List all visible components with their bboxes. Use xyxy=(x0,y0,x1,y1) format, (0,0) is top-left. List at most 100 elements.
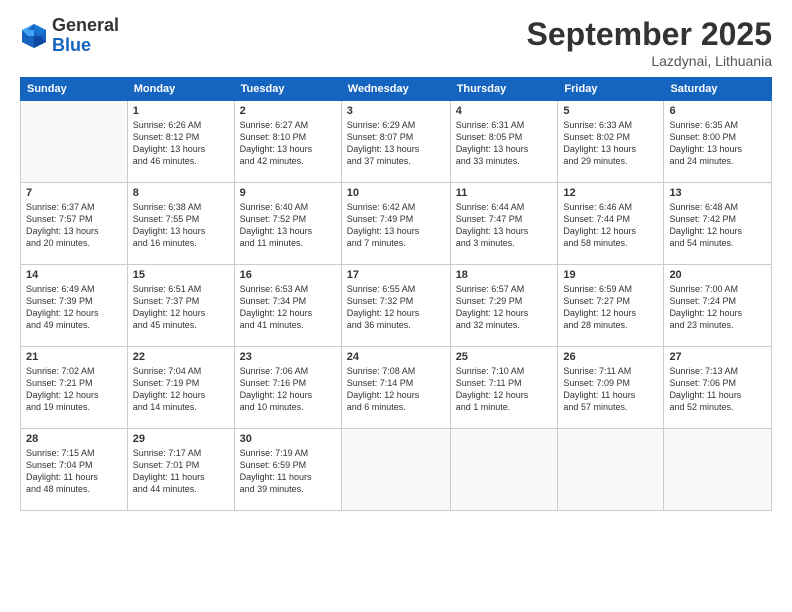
weekday-header: Monday xyxy=(127,78,234,101)
calendar-cell: 18 Sunrise: 6:57 AM Sunset: 7:29 PM Dayli… xyxy=(450,265,558,347)
weekday-header: Sunday xyxy=(21,78,128,101)
day-number: 22 xyxy=(133,351,229,363)
day-info: Sunrise: 6:46 AM Sunset: 7:44 PM Dayligh… xyxy=(563,201,658,250)
day-number: 2 xyxy=(240,105,336,117)
calendar-cell: 5 Sunrise: 6:33 AM Sunset: 8:02 PM Daylig… xyxy=(558,101,664,183)
calendar-week-row: 21Sunrise: 7:02 AM Sunset: 7:21 PM Dayli… xyxy=(21,347,772,429)
calendar-cell: 11Sunrise: 6:44 AM Sunset: 7:47 PM Dayli… xyxy=(450,183,558,265)
day-info: Sunrise: 6:35 AM Sunset: 8:00 PM Dayligh… xyxy=(669,119,766,168)
day-number: 27 xyxy=(669,351,766,363)
day-number: 28 xyxy=(26,433,122,445)
logo-icon xyxy=(20,22,48,50)
calendar-cell: 3 Sunrise: 6:29 AM Sunset: 8:07 PM Daylig… xyxy=(341,101,450,183)
day-info: Sunrise: 6:37 AM Sunset: 7:57 PM Dayligh… xyxy=(26,201,122,250)
logo: General Blue xyxy=(20,16,119,56)
calendar-table: SundayMondayTuesdayWednesdayThursdayFrid… xyxy=(20,77,772,511)
day-info: Sunrise: 6:40 AM Sunset: 7:52 PM Dayligh… xyxy=(240,201,336,250)
calendar-cell: 24 Sunrise: 7:08 AM Sunset: 7:14 PM Dayli… xyxy=(341,347,450,429)
calendar-cell: 10Sunrise: 6:42 AM Sunset: 7:49 PM Dayli… xyxy=(341,183,450,265)
calendar-week-row: 7Sunrise: 6:37 AM Sunset: 7:57 PM Daylig… xyxy=(21,183,772,265)
day-info: Sunrise: 7:17 AM Sunset: 7:01 PM Dayligh… xyxy=(133,447,229,496)
day-info: Sunrise: 6:31 AM Sunset: 8:05 PM Dayligh… xyxy=(456,119,553,168)
calendar-cell: 1 Sunrise: 6:26 AM Sunset: 8:12 PM Daylig… xyxy=(127,101,234,183)
calendar-cell: 23 Sunrise: 7:06 AM Sunset: 7:16 PM Dayli… xyxy=(234,347,341,429)
weekday-header: Wednesday xyxy=(341,78,450,101)
day-info: Sunrise: 6:49 AM Sunset: 7:39 PM Dayligh… xyxy=(26,283,122,332)
calendar-cell: 4 Sunrise: 6:31 AM Sunset: 8:05 PM Daylig… xyxy=(450,101,558,183)
calendar-cell xyxy=(341,429,450,511)
logo-general: General xyxy=(52,16,119,36)
day-info: Sunrise: 6:42 AM Sunset: 7:49 PM Dayligh… xyxy=(347,201,445,250)
day-info: Sunrise: 6:48 AM Sunset: 7:42 PM Dayligh… xyxy=(669,201,766,250)
calendar-cell xyxy=(450,429,558,511)
day-number: 4 xyxy=(456,105,553,117)
day-info: Sunrise: 7:08 AM Sunset: 7:14 PM Dayligh… xyxy=(347,365,445,414)
calendar-header-row: SundayMondayTuesdayWednesdayThursdayFrid… xyxy=(21,78,772,101)
day-number: 8 xyxy=(133,187,229,199)
day-number: 5 xyxy=(563,105,658,117)
day-info: Sunrise: 7:13 AM Sunset: 7:06 PM Dayligh… xyxy=(669,365,766,414)
calendar-cell xyxy=(21,101,128,183)
calendar-cell: 2 Sunrise: 6:27 AM Sunset: 8:10 PM Daylig… xyxy=(234,101,341,183)
calendar-cell: 30 Sunrise: 7:19 AM Sunset: 6:59 PM Dayli… xyxy=(234,429,341,511)
day-number: 18 xyxy=(456,269,553,281)
page: General Blue September 2025 Lazdynai, Li… xyxy=(0,0,792,612)
weekday-header: Friday xyxy=(558,78,664,101)
day-info: Sunrise: 7:04 AM Sunset: 7:19 PM Dayligh… xyxy=(133,365,229,414)
day-number: 17 xyxy=(347,269,445,281)
day-info: Sunrise: 7:15 AM Sunset: 7:04 PM Dayligh… xyxy=(26,447,122,496)
day-info: Sunrise: 6:59 AM Sunset: 7:27 PM Dayligh… xyxy=(563,283,658,332)
calendar-week-row: 28 Sunrise: 7:15 AM Sunset: 7:04 PM Dayli… xyxy=(21,429,772,511)
day-number: 14 xyxy=(26,269,122,281)
day-info: Sunrise: 6:55 AM Sunset: 7:32 PM Dayligh… xyxy=(347,283,445,332)
calendar-cell: 8 Sunrise: 6:38 AM Sunset: 7:55 PM Daylig… xyxy=(127,183,234,265)
month-title: September 2025 xyxy=(527,16,772,53)
day-info: Sunrise: 6:57 AM Sunset: 7:29 PM Dayligh… xyxy=(456,283,553,332)
calendar-cell: 7Sunrise: 6:37 AM Sunset: 7:57 PM Daylig… xyxy=(21,183,128,265)
day-info: Sunrise: 7:19 AM Sunset: 6:59 PM Dayligh… xyxy=(240,447,336,496)
day-info: Sunrise: 6:38 AM Sunset: 7:55 PM Dayligh… xyxy=(133,201,229,250)
weekday-header: Tuesday xyxy=(234,78,341,101)
weekday-header: Thursday xyxy=(450,78,558,101)
day-number: 3 xyxy=(347,105,445,117)
day-number: 13 xyxy=(669,187,766,199)
calendar-cell: 29 Sunrise: 7:17 AM Sunset: 7:01 PM Dayli… xyxy=(127,429,234,511)
day-info: Sunrise: 6:29 AM Sunset: 8:07 PM Dayligh… xyxy=(347,119,445,168)
calendar-cell: 28 Sunrise: 7:15 AM Sunset: 7:04 PM Dayli… xyxy=(21,429,128,511)
day-number: 30 xyxy=(240,433,336,445)
weekday-header: Saturday xyxy=(664,78,772,101)
calendar-cell: 9 Sunrise: 6:40 AM Sunset: 7:52 PM Daylig… xyxy=(234,183,341,265)
day-number: 23 xyxy=(240,351,336,363)
day-info: Sunrise: 6:33 AM Sunset: 8:02 PM Dayligh… xyxy=(563,119,658,168)
day-number: 9 xyxy=(240,187,336,199)
calendar-cell: 13 Sunrise: 6:48 AM Sunset: 7:42 PM Dayli… xyxy=(664,183,772,265)
logo-text: General Blue xyxy=(52,16,119,56)
calendar-cell: 12 Sunrise: 6:46 AM Sunset: 7:44 PM Dayli… xyxy=(558,183,664,265)
day-info: Sunrise: 7:06 AM Sunset: 7:16 PM Dayligh… xyxy=(240,365,336,414)
logo-blue: Blue xyxy=(52,36,119,56)
calendar-cell: 19Sunrise: 6:59 AM Sunset: 7:27 PM Dayli… xyxy=(558,265,664,347)
day-number: 16 xyxy=(240,269,336,281)
day-info: Sunrise: 7:10 AM Sunset: 7:11 PM Dayligh… xyxy=(456,365,553,414)
day-info: Sunrise: 6:27 AM Sunset: 8:10 PM Dayligh… xyxy=(240,119,336,168)
calendar-cell xyxy=(558,429,664,511)
calendar-cell: 22 Sunrise: 7:04 AM Sunset: 7:19 PM Dayli… xyxy=(127,347,234,429)
day-number: 15 xyxy=(133,269,229,281)
calendar-cell: 15Sunrise: 6:51 AM Sunset: 7:37 PM Dayli… xyxy=(127,265,234,347)
calendar-cell: 25Sunrise: 7:10 AM Sunset: 7:11 PM Dayli… xyxy=(450,347,558,429)
calendar-cell: 27 Sunrise: 7:13 AM Sunset: 7:06 PM Dayli… xyxy=(664,347,772,429)
day-number: 21 xyxy=(26,351,122,363)
day-info: Sunrise: 7:00 AM Sunset: 7:24 PM Dayligh… xyxy=(669,283,766,332)
day-number: 26 xyxy=(563,351,658,363)
day-number: 1 xyxy=(133,105,229,117)
day-info: Sunrise: 6:26 AM Sunset: 8:12 PM Dayligh… xyxy=(133,119,229,168)
calendar-cell xyxy=(664,429,772,511)
day-number: 29 xyxy=(133,433,229,445)
day-number: 24 xyxy=(347,351,445,363)
location: Lazdynai, Lithuania xyxy=(527,53,772,69)
calendar-cell: 14 Sunrise: 6:49 AM Sunset: 7:39 PM Dayli… xyxy=(21,265,128,347)
day-number: 6 xyxy=(669,105,766,117)
day-number: 12 xyxy=(563,187,658,199)
calendar-cell: 21Sunrise: 7:02 AM Sunset: 7:21 PM Dayli… xyxy=(21,347,128,429)
day-number: 20 xyxy=(669,269,766,281)
